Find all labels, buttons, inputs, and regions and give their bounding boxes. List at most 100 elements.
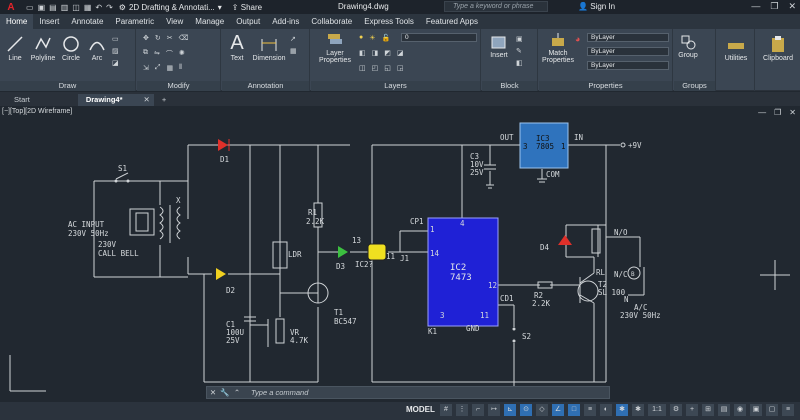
model-space-button[interactable]: MODEL: [406, 405, 435, 414]
sun-icon[interactable]: ☀: [369, 34, 375, 42]
drawing-canvas[interactable]: S1 D1 D2 X AC INPUT 230V 50Hz 230V CALL …: [0, 107, 800, 402]
edit-block-icon[interactable]: ✎: [516, 47, 523, 55]
isodraft-icon[interactable]: ◇: [536, 404, 548, 416]
attribute-icon[interactable]: ◧: [516, 59, 523, 67]
command-input[interactable]: Type a command: [251, 388, 308, 397]
erase-icon[interactable]: ⌫: [179, 34, 189, 42]
tab-output[interactable]: Output: [230, 14, 266, 29]
app-logo[interactable]: A: [0, 0, 22, 14]
tab-collaborate[interactable]: Collaborate: [305, 14, 358, 29]
viewport-controls-label[interactable]: [−][Top][2D Wireframe]: [2, 108, 72, 115]
trim-icon[interactable]: ✂: [167, 34, 173, 42]
workspace-gear-icon[interactable]: ⚙: [670, 404, 682, 416]
rotate-icon[interactable]: ↻: [155, 34, 161, 42]
redo-icon[interactable]: ↷: [106, 3, 113, 12]
switch-s1[interactable]: [114, 179, 118, 183]
customize-command-icon[interactable]: 🔧: [219, 388, 231, 397]
customize-status-icon[interactable]: ≡: [782, 404, 794, 416]
variable-resistor[interactable]: [275, 318, 285, 344]
transformer-x[interactable]: [159, 205, 181, 243]
resistor-r2[interactable]: [537, 281, 553, 289]
close-command-icon[interactable]: ✕: [207, 388, 219, 397]
layer-dropdown[interactable]: 0: [401, 33, 477, 42]
transistor-t2[interactable]: [577, 280, 599, 302]
color-wheel-icon[interactable]: ◕: [575, 34, 580, 44]
arc-tool[interactable]: Arc: [86, 35, 108, 62]
sign-in-button[interactable]: 👤 Sign In: [578, 2, 615, 11]
annotation-visibility-icon[interactable]: ✱: [616, 404, 628, 416]
layer-iso-icon[interactable]: ◨: [372, 49, 379, 57]
file-tab-start[interactable]: Start: [6, 94, 38, 106]
relay-coil[interactable]: [591, 228, 601, 254]
circle-tool[interactable]: Circle: [60, 35, 82, 62]
explode-icon[interactable]: ✺: [179, 49, 185, 59]
linetype-dropdown[interactable]: ByLayer: [587, 47, 669, 56]
transparency-icon[interactable]: ◐: [600, 404, 612, 416]
tab-home[interactable]: Home: [0, 14, 34, 29]
close-tab-icon[interactable]: ✕: [144, 95, 150, 104]
grid-icon[interactable]: #: [440, 404, 452, 416]
tab-addins[interactable]: Add-ins: [266, 14, 305, 29]
snap-icon[interactable]: ⋮: [456, 404, 468, 416]
auto-scale-icon[interactable]: ✱: [632, 404, 644, 416]
new-tab-button[interactable]: +: [154, 94, 174, 106]
array-icon[interactable]: ▦: [166, 64, 173, 72]
fillet-icon[interactable]: ⌒: [166, 49, 173, 59]
ortho-icon[interactable]: ⊾: [504, 404, 516, 416]
draw-panel-title[interactable]: Draw: [0, 81, 135, 91]
diode-d2[interactable]: [216, 268, 226, 280]
share-button[interactable]: ⇪ Share: [232, 3, 262, 12]
lineweight-dropdown[interactable]: ByLayer: [587, 61, 669, 70]
command-history-icon[interactable]: ⌃: [231, 388, 243, 397]
lock-icon[interactable]: 🔓: [382, 34, 391, 42]
switch-s2[interactable]: [512, 327, 516, 331]
layer-lock-icon[interactable]: ◫: [359, 64, 366, 72]
minimize-viewport-icon[interactable]: —: [758, 108, 766, 117]
line-tool[interactable]: Line: [4, 35, 26, 62]
layer-unlock-icon[interactable]: ◰: [372, 64, 379, 72]
terminal-plus-9v[interactable]: [620, 142, 626, 148]
schematic-drawing[interactable]: S1 D1 D2 X AC INPUT 230V 50Hz 230V CALL …: [0, 107, 800, 402]
stretch-icon[interactable]: ⇲: [143, 64, 149, 72]
tab-featured-apps[interactable]: Featured Apps: [420, 14, 484, 29]
offset-icon[interactable]: ⫴: [179, 64, 182, 72]
mirror-icon[interactable]: ⇋: [154, 49, 160, 59]
utilities-tool[interactable]: Utilities: [719, 39, 753, 62]
ic-block-yellow[interactable]: [367, 243, 387, 261]
minimize-icon[interactable]: —: [751, 1, 760, 12]
search-input[interactable]: Type a keyword or phrase: [444, 1, 548, 12]
layer-properties-tool[interactable]: Layer Properties: [315, 32, 355, 64]
lineweight-icon[interactable]: ≡: [584, 404, 596, 416]
block-panel-title[interactable]: Block: [482, 81, 537, 91]
light-bulb-icon[interactable]: ●: [359, 34, 363, 42]
tab-manage[interactable]: Manage: [189, 14, 230, 29]
open-file-icon[interactable]: ▣: [38, 3, 46, 12]
text-tool[interactable]: A Text: [226, 33, 248, 62]
dimension-tool[interactable]: Dimension: [250, 35, 288, 62]
modify-panel-title[interactable]: Modify: [137, 81, 220, 91]
layer-off-icon[interactable]: ◩: [384, 49, 391, 57]
rectangle-icon[interactable]: ▭: [112, 35, 119, 43]
hatch-icon[interactable]: ▨: [112, 47, 119, 55]
restore-viewport-icon[interactable]: ❐: [774, 108, 781, 117]
print-icon[interactable]: ▦: [84, 3, 92, 12]
annotation-panel-title[interactable]: Annotation: [222, 81, 309, 91]
tab-annotate[interactable]: Annotate: [65, 14, 109, 29]
layer-match-icon[interactable]: ◧: [359, 49, 366, 57]
layer-freeze-icon[interactable]: ◪: [397, 49, 404, 57]
units-icon[interactable]: ⊞: [702, 404, 714, 416]
tab-view[interactable]: View: [160, 14, 189, 29]
save-icon[interactable]: ▤: [49, 3, 57, 12]
tab-parametric[interactable]: Parametric: [109, 14, 160, 29]
properties-panel-title[interactable]: Properties: [539, 81, 672, 91]
table-icon[interactable]: ▦: [290, 47, 297, 55]
color-dropdown[interactable]: ByLayer: [587, 33, 669, 42]
save-as-icon[interactable]: ▥: [61, 3, 69, 12]
layers-panel-title[interactable]: Layers: [311, 81, 480, 91]
object-snap-icon[interactable]: □: [568, 404, 580, 416]
scale-icon[interactable]: ⤢: [155, 64, 161, 72]
close-viewport-icon[interactable]: ✕: [789, 108, 796, 117]
polar-icon[interactable]: ⊙: [520, 404, 532, 416]
command-line[interactable]: ✕ 🔧 ⌃ Type a command: [206, 386, 610, 399]
workspace-switcher[interactable]: ⚙ 2D Drafting & Annotati... ▾: [119, 3, 222, 12]
